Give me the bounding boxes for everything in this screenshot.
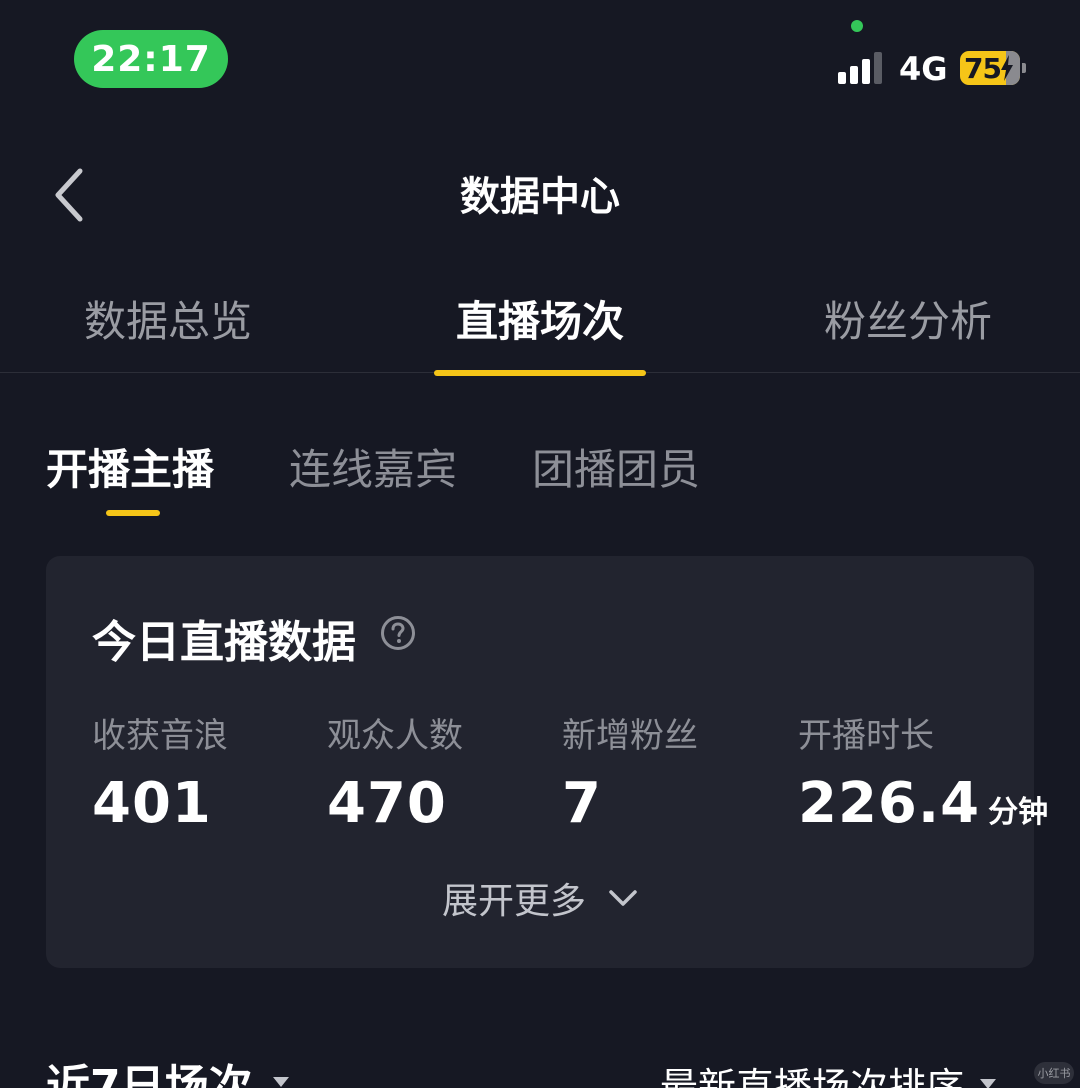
signal-strength-icon [838,52,884,84]
session-sort-label: 最新直播场次排序 [660,1065,965,1088]
stat-viewers: 观众人数 470 [327,708,463,836]
tab-live-sessions[interactable]: 直播场次 [456,288,624,349]
session-sort-selector[interactable]: 最新直播场次排序 [660,1056,998,1088]
status-time: 22:17 [91,38,211,80]
battery-icon: 75 [960,51,1026,85]
stat-label: 开播时长 [798,716,934,756]
stat-value: 226.4 [798,771,981,836]
caret-down-icon [980,1078,997,1088]
session-range-selector[interactable]: 近7日场次 [46,1050,291,1088]
session-range-label: 近7日场次 [46,1061,253,1088]
subtab-host[interactable]: 开播主播 [46,436,214,497]
question-circle-icon[interactable] [380,615,416,651]
stat-label: 收获音浪 [92,716,228,756]
tab-fan-analysis[interactable]: 粉丝分析 [824,288,992,349]
charging-bolt-icon [1001,55,1013,81]
page-title: 数据中心 [460,174,620,220]
stat-value: 470 [327,771,447,836]
status-time-pill: 22:17 [74,30,228,88]
subtab-guest[interactable]: 连线嘉宾 [289,436,457,497]
tab-data-overview[interactable]: 数据总览 [84,288,252,349]
battery-level: 75 [964,51,1002,85]
subtab-group-member[interactable]: 团播团员 [532,436,700,497]
stat-label: 观众人数 [327,716,463,756]
subtab-active-indicator [106,510,160,516]
chevron-down-icon [609,890,637,906]
screen: 22:17 4G 75 数据中心 数据总览 直播场次 粉丝分析 开播主播 连线嘉… [0,0,1080,1088]
expand-more-button[interactable]: 展开更多 [46,872,1034,924]
expand-more-label: 展开更多 [441,881,586,922]
stat-unit: 分钟 [988,795,1049,830]
today-live-data-card: 今日直播数据 收获音浪 401 观众人数 470 新增粉丝 7 开播时长 226… [46,556,1048,968]
main-tab-active-indicator [434,370,646,376]
network-type: 4G [899,50,948,88]
privacy-indicator-dot [851,20,863,32]
main-tab-bar: 数据总览 直播场次 粉丝分析 [0,280,1080,373]
stat-sound-waves: 收获音浪 401 [92,708,228,836]
stat-label: 新增粉丝 [562,716,698,756]
card-title: 今日直播数据 [92,617,356,668]
stat-new-fans: 新增粉丝 7 [562,708,698,836]
watermark-badge: 小红书 [1034,1062,1074,1084]
stat-live-duration: 开播时长 226.4 分钟 [798,708,1048,836]
caret-down-icon [272,1077,289,1087]
stat-value: 401 [92,771,212,836]
stat-value: 7 [562,771,602,836]
